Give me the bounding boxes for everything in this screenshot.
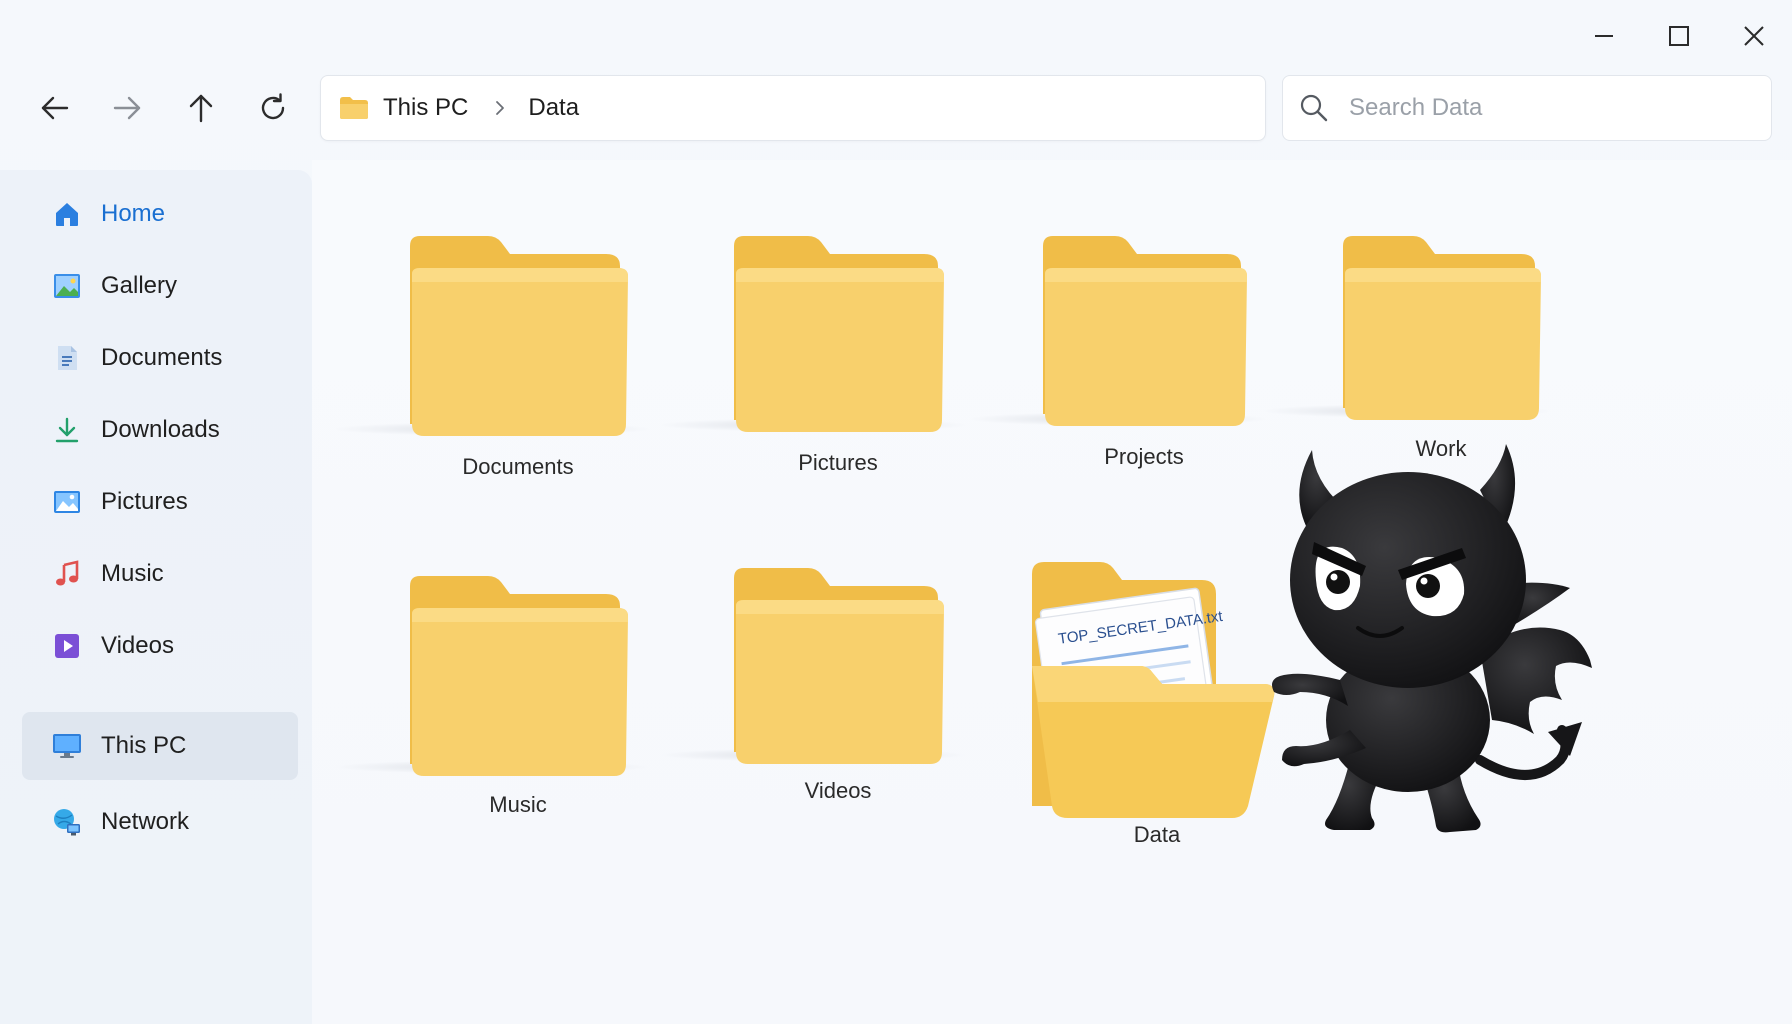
sidebar-item-label: Network [101, 808, 190, 835]
network-icon [52, 807, 82, 837]
sidebar: Home Gallery Documents Downloads Picture… [0, 170, 312, 1024]
folder-item-projects[interactable]: Projects [1038, 234, 1250, 469]
folder-label: Videos [804, 778, 872, 803]
sidebar-item-this-pc[interactable]: This PC [22, 712, 298, 780]
music-icon [52, 559, 82, 589]
folder-label: Projects [1104, 444, 1184, 469]
folder-label: Pictures [798, 450, 878, 475]
close-button[interactable] [1724, 14, 1784, 58]
sidebar-item-label: Documents [101, 344, 223, 371]
sidebar-item-downloads[interactable]: Downloads [22, 398, 298, 462]
close-icon [1744, 26, 1764, 46]
sidebar-item-label: Downloads [101, 416, 220, 443]
home-icon [52, 199, 82, 229]
sidebar-item-label: Videos [101, 632, 174, 659]
sidebar-item-documents[interactable]: Documents [22, 326, 298, 390]
sidebar-item-videos[interactable]: Videos [22, 614, 298, 678]
file-explorer-window: This PC Data Home Gallery [0, 0, 1792, 1024]
sidebar-item-home[interactable]: Home [22, 182, 298, 246]
folder-icon [410, 236, 628, 436]
arrow-right-icon [113, 96, 141, 120]
folder-item-work[interactable]: Work [1338, 234, 1544, 461]
folder-icon [1343, 236, 1541, 420]
breadcrumb-this-pc[interactable]: This PC [383, 94, 468, 122]
video-icon [52, 631, 82, 661]
chevron-right-icon[interactable] [494, 99, 506, 117]
document-icon [52, 343, 82, 373]
sidebar-item-music[interactable]: Music [22, 542, 298, 606]
sidebar-item-label: Music [101, 560, 164, 587]
refresh-button[interactable] [245, 82, 301, 134]
sidebar-item-label: Home [101, 200, 166, 227]
up-button[interactable] [173, 82, 229, 134]
folder-icon [410, 576, 628, 776]
minimize-icon [1595, 35, 1613, 37]
sidebar-item-label: This PC [101, 732, 187, 759]
search-icon [1300, 94, 1328, 122]
search-box[interactable] [1282, 75, 1772, 141]
refresh-icon [261, 93, 285, 120]
search-input[interactable] [1349, 94, 1749, 122]
folder-icon [734, 568, 944, 764]
sidebar-item-gallery[interactable]: Gallery [22, 254, 298, 318]
folder-label: Music [489, 792, 547, 817]
back-button[interactable] [27, 82, 83, 134]
forward-button[interactable] [99, 82, 155, 134]
folder-item-music[interactable]: Music [398, 574, 638, 817]
folder-item-documents[interactable]: Documents [398, 234, 638, 479]
address-bar[interactable]: This PC Data [320, 75, 1266, 141]
arrow-up-icon [189, 94, 213, 123]
download-icon [52, 415, 82, 445]
breadcrumb-data[interactable]: Data [528, 94, 579, 122]
sidebar-item-network[interactable]: Network [22, 790, 298, 854]
pictures-icon [52, 487, 82, 517]
sidebar-item-pictures[interactable]: Pictures [22, 470, 298, 534]
devil-mascot-icon [1272, 444, 1592, 833]
folder-label: Documents [462, 454, 574, 479]
minimize-button[interactable] [1574, 14, 1634, 58]
folder-item-videos[interactable]: Videos [726, 566, 950, 803]
folder-icon [339, 96, 369, 120]
sidebar-item-label: Pictures [101, 488, 188, 515]
arrow-left-icon [41, 96, 69, 120]
gallery-icon [52, 271, 82, 301]
folder-icon [1043, 236, 1247, 426]
monitor-icon [52, 731, 82, 761]
folder-item-pictures[interactable]: Pictures [726, 234, 950, 475]
maximize-button[interactable] [1649, 14, 1709, 58]
sidebar-item-label: Gallery [101, 272, 178, 299]
folder-icon [734, 236, 944, 432]
maximize-icon [1669, 26, 1689, 46]
